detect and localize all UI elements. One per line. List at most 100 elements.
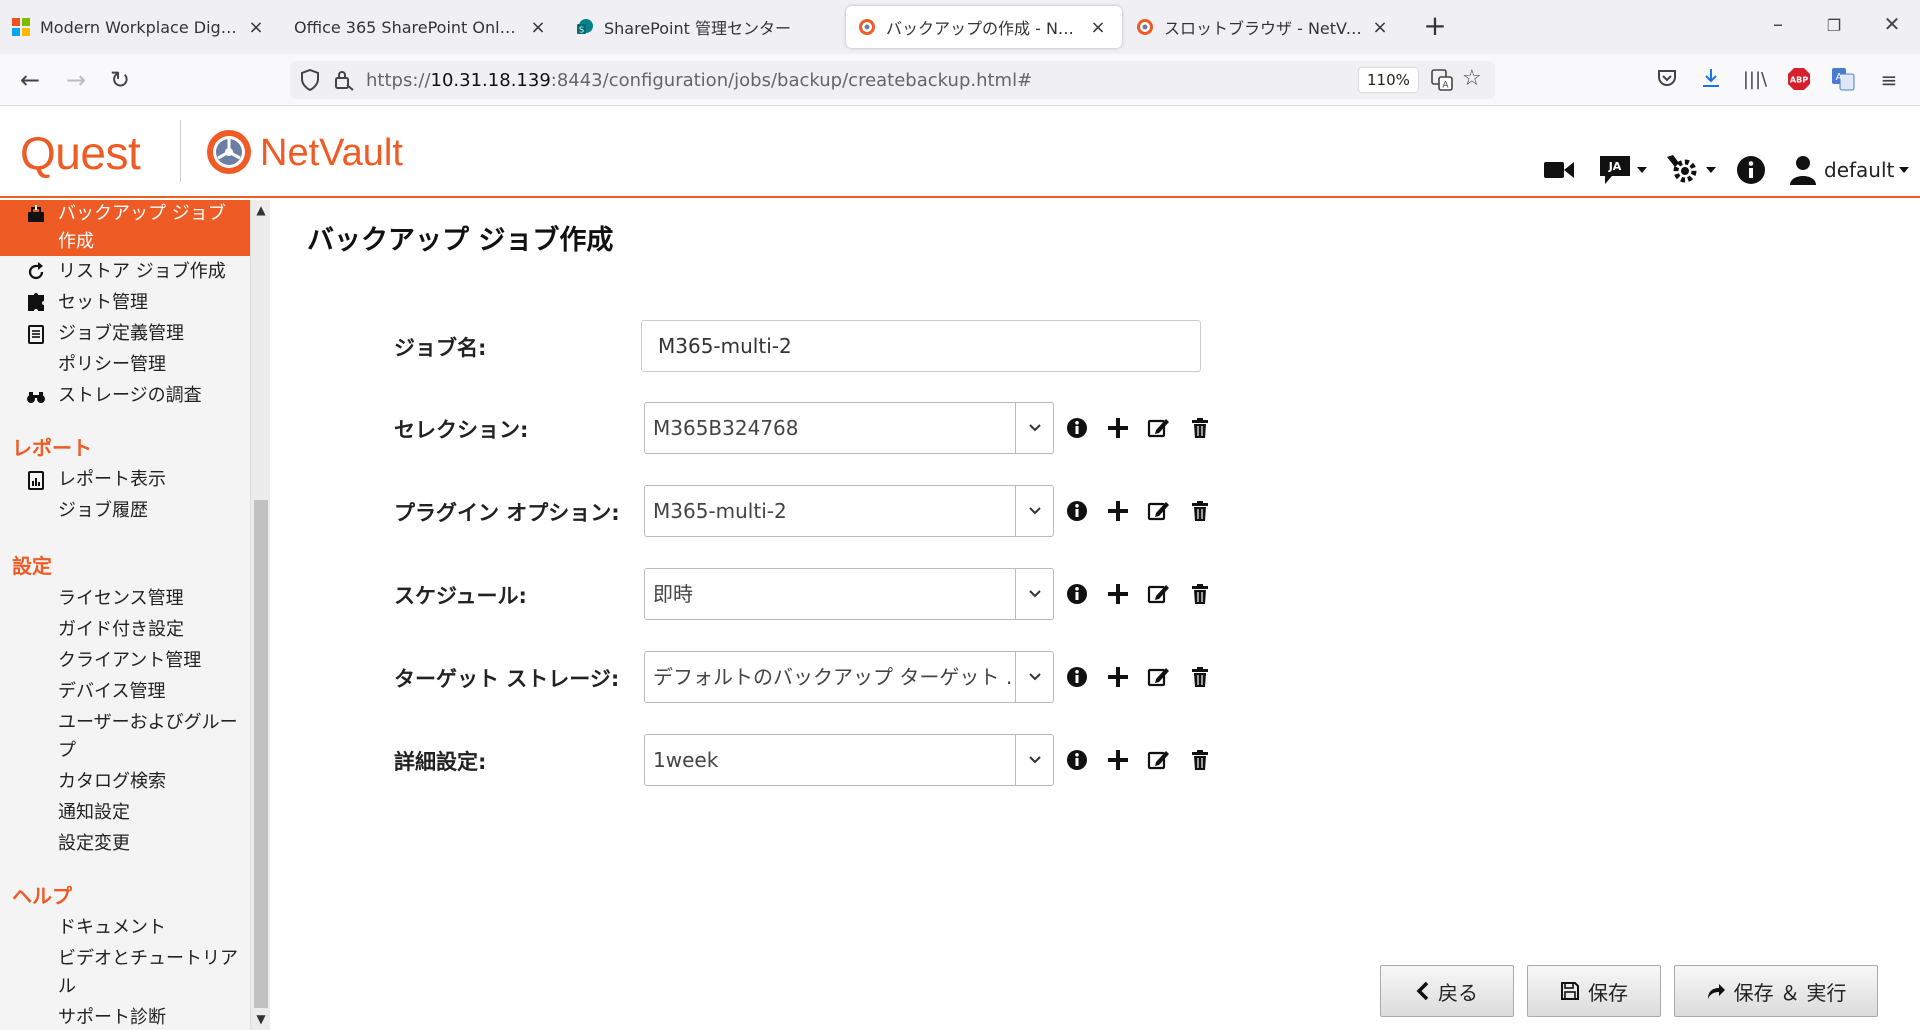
browser-tab[interactable]: Modern Workplace Digital Ex × bbox=[0, 0, 280, 54]
plus-icon[interactable] bbox=[1103, 745, 1133, 775]
minimize-icon[interactable]: – bbox=[1758, 12, 1798, 36]
url-scheme: https:// bbox=[366, 70, 431, 91]
target-storage-label: ターゲット ストレージ: bbox=[394, 667, 620, 691]
trash-icon[interactable] bbox=[1185, 745, 1215, 775]
dropdown-toggle[interactable] bbox=[1015, 652, 1053, 702]
netvault-logo: NetVault bbox=[260, 132, 403, 174]
share-arrow-icon bbox=[1707, 984, 1725, 999]
hamburger-menu-icon[interactable]: ≡ bbox=[1876, 67, 1902, 93]
dropdown-toggle[interactable] bbox=[1015, 735, 1053, 785]
edit-icon[interactable] bbox=[1144, 496, 1174, 526]
sidebar-item-guided-config[interactable]: ガイド付き設定 bbox=[0, 616, 250, 644]
plus-icon[interactable] bbox=[1103, 579, 1133, 609]
save-button[interactable]: 保存 bbox=[1527, 965, 1661, 1017]
plugin-options-select[interactable]: M365-multi-2 bbox=[644, 485, 1054, 537]
trash-icon[interactable] bbox=[1185, 413, 1215, 443]
edit-icon[interactable] bbox=[1144, 579, 1174, 609]
sidebar-item-set-management[interactable]: セット管理 bbox=[0, 289, 250, 317]
sidebar-item-job-definition[interactable]: ジョブ定義管理 bbox=[0, 320, 250, 348]
trash-icon[interactable] bbox=[1185, 496, 1215, 526]
video-camera-icon[interactable] bbox=[1543, 152, 1575, 188]
sidebar-item-users-groups[interactable]: ユーザーおよびグルー プ bbox=[0, 709, 250, 765]
scrollbar-thumb[interactable] bbox=[254, 500, 268, 1008]
sidebar-item-policy[interactable]: ポリシー管理 bbox=[0, 351, 250, 379]
forward-arrow-icon[interactable]: → bbox=[60, 64, 92, 96]
plus-icon[interactable] bbox=[1103, 496, 1133, 526]
chevron-left-icon bbox=[1416, 981, 1429, 1001]
sidebar-item-label: レポート表示 bbox=[58, 469, 166, 490]
restore-window-icon[interactable]: ❐ bbox=[1814, 16, 1854, 35]
language-menu[interactable]: JA bbox=[1598, 152, 1647, 188]
url-bar[interactable]: https://10.31.18.139:8443/configuration/… bbox=[290, 61, 1495, 99]
info-icon[interactable] bbox=[1062, 745, 1092, 775]
scroll-up-icon[interactable]: ▲ bbox=[254, 203, 268, 217]
new-tab-icon[interactable]: + bbox=[1418, 10, 1452, 44]
info-icon[interactable] bbox=[1062, 413, 1092, 443]
pocket-icon[interactable] bbox=[1654, 67, 1680, 93]
adblock-icon[interactable]: ABP bbox=[1786, 67, 1812, 93]
close-tab-icon[interactable]: × bbox=[526, 17, 550, 38]
sidebar-item-videos-tutorials[interactable]: ビデオとチュートリア ル bbox=[0, 945, 250, 1001]
sidebar-item-documentation[interactable]: ドキュメント bbox=[0, 914, 250, 942]
download-icon[interactable] bbox=[1698, 67, 1724, 93]
sidebar-item-notifications[interactable]: 通知設定 bbox=[0, 799, 250, 827]
info-icon[interactable] bbox=[1062, 662, 1092, 692]
sidebar-item-catalog-search[interactable]: カタログ検索 bbox=[0, 768, 250, 796]
translate-icon[interactable]: A bbox=[1430, 68, 1454, 92]
close-tab-icon[interactable]: × bbox=[244, 17, 268, 38]
info-icon[interactable] bbox=[1736, 152, 1766, 188]
sidebar-item-support-diagnostics[interactable]: サポート診断 bbox=[0, 1004, 250, 1030]
sidebar-item-label: クライアント管理 bbox=[58, 650, 202, 671]
sidebar-item-job-history[interactable]: ジョブ履歴 bbox=[0, 497, 250, 525]
user-menu[interactable]: default bbox=[1790, 152, 1910, 188]
advanced-settings-select[interactable]: 1week bbox=[644, 734, 1054, 786]
reload-icon[interactable]: ↻ bbox=[104, 64, 136, 96]
trash-icon[interactable] bbox=[1185, 662, 1215, 692]
trash-icon[interactable] bbox=[1185, 579, 1215, 609]
close-tab-icon[interactable]: × bbox=[1086, 17, 1110, 38]
sidebar-item-client-management[interactable]: クライアント管理 bbox=[0, 647, 250, 675]
save-and-run-button[interactable]: 保存 ＆ 実行 bbox=[1674, 965, 1878, 1017]
browser-tab-active[interactable]: バックアップの作成 - NetVault × bbox=[846, 6, 1122, 48]
plus-icon[interactable] bbox=[1103, 662, 1133, 692]
sidebar-item-create-backup-job[interactable]: バックアップ ジョブ 作成 bbox=[0, 200, 250, 256]
info-icon[interactable] bbox=[1062, 496, 1092, 526]
close-window-icon[interactable]: ✕ bbox=[1872, 12, 1912, 36]
edit-icon[interactable] bbox=[1144, 662, 1174, 692]
user-icon bbox=[1790, 156, 1816, 185]
selection-select[interactable]: M365B324768 bbox=[644, 402, 1054, 454]
back-arrow-icon[interactable]: ← bbox=[14, 64, 46, 96]
url-text: https://10.31.18.139:8443/configuration/… bbox=[366, 70, 1032, 91]
chevron-down-icon bbox=[1029, 424, 1041, 432]
edit-icon[interactable] bbox=[1144, 413, 1174, 443]
schedule-select[interactable]: 即時 bbox=[644, 568, 1054, 620]
sidebar-item-storage-explore[interactable]: ストレージの調査 bbox=[0, 382, 250, 410]
dropdown-toggle[interactable] bbox=[1015, 569, 1053, 619]
quest-logo[interactable]: Quest bbox=[20, 126, 141, 180]
tools-menu[interactable] bbox=[1665, 152, 1716, 188]
edit-icon[interactable] bbox=[1144, 745, 1174, 775]
sidebar-item-view-reports[interactable]: レポート表示 bbox=[0, 466, 250, 494]
library-icon[interactable]: |||\ bbox=[1742, 67, 1768, 93]
target-storage-select[interactable]: デフォルトのバックアップ ターゲット … bbox=[644, 651, 1054, 703]
close-tab-icon[interactable]: × bbox=[1368, 17, 1392, 38]
translate-extension-icon[interactable]: A bbox=[1830, 67, 1856, 93]
dropdown-toggle[interactable] bbox=[1015, 486, 1053, 536]
zoom-level[interactable]: 110% bbox=[1358, 67, 1419, 93]
scroll-down-icon[interactable]: ▼ bbox=[254, 1012, 268, 1026]
sidebar-item-device-management[interactable]: デバイス管理 bbox=[0, 678, 250, 706]
bookmark-star-icon[interactable]: ☆ bbox=[1462, 66, 1482, 91]
job-name-input[interactable]: M365-multi-2 bbox=[641, 320, 1201, 372]
info-icon[interactable] bbox=[1062, 579, 1092, 609]
sidebar-item-change-settings[interactable]: 設定変更 bbox=[0, 830, 250, 858]
sidebar-item-create-restore-job[interactable]: リストア ジョブ作成 bbox=[0, 258, 250, 286]
browser-tab[interactable]: S SharePoint 管理センター bbox=[564, 0, 844, 54]
sidebar-item-label: 通知設定 bbox=[58, 802, 130, 823]
back-button[interactable]: 戻る bbox=[1380, 965, 1514, 1017]
plus-icon[interactable] bbox=[1103, 413, 1133, 443]
sidebar-scrollbar[interactable]: ▲ ▼ bbox=[250, 200, 270, 1030]
browser-tab[interactable]: スロットブラウザ - NetVault × bbox=[1124, 0, 1404, 54]
browser-tab[interactable]: Office 365 SharePoint Online - A × bbox=[282, 0, 562, 54]
dropdown-toggle[interactable] bbox=[1015, 403, 1053, 453]
sidebar-item-license[interactable]: ライセンス管理 bbox=[0, 585, 250, 613]
